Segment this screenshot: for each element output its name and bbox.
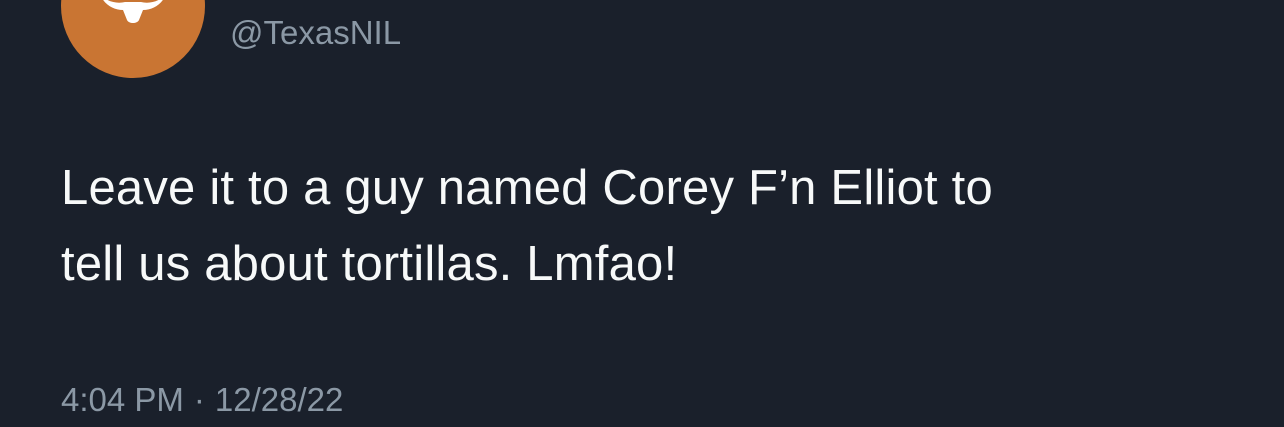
- tweet-text: Leave it to a guy named Corey F’n Elliot…: [61, 150, 1241, 302]
- longhorn-icon: [103, 0, 163, 23]
- tweet-timestamp[interactable]: 4:04 PM · 12/28/22: [61, 378, 343, 422]
- tweet-text-line: tell us about tortillas. Lmfao!: [61, 237, 678, 291]
- tweet: @TexasNIL Leave it to a guy named Corey …: [0, 0, 1284, 427]
- user-handle[interactable]: @TexasNIL: [230, 13, 401, 53]
- avatar[interactable]: [61, 0, 205, 78]
- tweet-time: 4:04 PM: [61, 381, 184, 418]
- tweet-text-line: Leave it to a guy named Corey F’n Elliot…: [61, 161, 993, 215]
- meta-separator: ·: [193, 381, 205, 418]
- tweet-date: 12/28/22: [214, 381, 344, 418]
